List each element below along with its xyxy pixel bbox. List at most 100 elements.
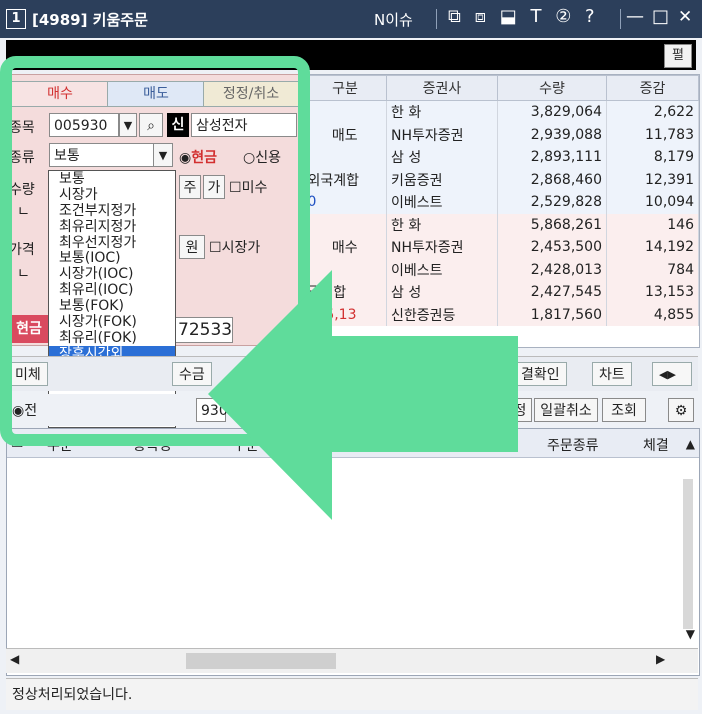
- col-header-qty: 수량: [497, 75, 607, 101]
- dropdown-option[interactable]: 조건부지정가: [49, 203, 175, 219]
- dropdown-option[interactable]: 최유리(FOK): [49, 330, 175, 346]
- market-price-checkbox[interactable]: ☐시장가: [209, 237, 260, 257]
- tab-modify-cancel[interactable]: 정정/취소: [203, 81, 299, 107]
- table-row[interactable]: 외국계합 키움증권 2,868,460 12,391: [303, 168, 699, 191]
- col-header-broker: 증권사: [386, 75, 498, 101]
- title-separator: [620, 9, 621, 29]
- ticker-bar: 펼: [6, 40, 696, 70]
- grid-col-order: 주문: [47, 438, 73, 454]
- price-sub-marker: ㄴ: [17, 266, 30, 282]
- credit-badge: 신: [167, 113, 189, 137]
- unfilled-label: 미수: [241, 180, 268, 196]
- scroll-up-icon[interactable]: ▲: [686, 437, 695, 451]
- col-header-diff: 증감: [606, 75, 699, 101]
- broker-qty: 2,868,460: [497, 168, 607, 191]
- broker-diff: 8,179: [606, 146, 699, 169]
- stock-code-input[interactable]: 005930: [49, 113, 119, 137]
- broker-diff: 12,391: [606, 168, 699, 191]
- fold-button[interactable]: 펼: [664, 44, 692, 68]
- qty-label: 수량: [9, 182, 35, 198]
- query-button[interactable]: 조회: [602, 398, 646, 422]
- order-window: 1 [4989] 키움주문 N이슈 ⧉ ⧈ ⬓ T ② ? — □ ✕ 펼 매수…: [0, 0, 702, 714]
- tab-deposit[interactable]: 수금: [172, 362, 212, 386]
- dropdown-option[interactable]: 보통(FOK): [49, 298, 175, 314]
- dropdown-option[interactable]: 최유리지정가: [49, 219, 175, 235]
- foreign-sum-label: 외국계합: [303, 168, 387, 191]
- broker-diff: 13,153: [606, 281, 699, 304]
- tab-buy[interactable]: 매수: [11, 81, 109, 107]
- foreign-sum-value: 0: [303, 191, 387, 214]
- cash-order-button[interactable]: 현금: [7, 315, 51, 343]
- broker-diff: 2,622: [606, 100, 699, 124]
- cash-radio-label: 현금: [191, 150, 217, 166]
- tab-confirm[interactable]: 결확인: [514, 362, 567, 386]
- cash-radio[interactable]: ◉현금: [179, 147, 217, 167]
- cancel-all-button[interactable]: 일괄취소: [534, 398, 598, 422]
- broker-name: 삼 성: [386, 146, 498, 169]
- table-row[interactable]: 0 이베스트 2,529,828 10,094: [303, 191, 699, 214]
- search-icon[interactable]: ⌕: [139, 113, 163, 137]
- unfilled-checkbox[interactable]: ☐미수: [229, 177, 267, 197]
- dropdown-option[interactable]: 최우선지정가: [49, 235, 175, 251]
- dropdown-option[interactable]: 시장가(IOC): [49, 266, 175, 282]
- credit-radio[interactable]: ○신용: [243, 147, 281, 167]
- broker-diff: 784: [606, 258, 699, 281]
- broker-qty: 2,939,088: [497, 123, 607, 146]
- status-bar: 정상처리되었습니다.: [6, 678, 698, 710]
- table-row[interactable]: 매도 한 화 3,829,064 2,622: [303, 100, 699, 169]
- tab-sell[interactable]: 매도: [107, 81, 205, 107]
- title-bar: 1 [4989] 키움주문 N이슈 ⧉ ⧈ ⬓ T ② ? — □ ✕: [0, 0, 702, 38]
- grid-col-order-kind: 주문종류: [547, 438, 599, 454]
- news-button[interactable]: N이슈: [374, 9, 413, 30]
- broker-qty: 2,893,111: [497, 146, 607, 169]
- sell-label: 매도: [303, 100, 387, 169]
- broker-qty: 2,529,828: [497, 191, 607, 214]
- dropdown-option[interactable]: 시장가: [49, 187, 175, 203]
- left-arrow-icon: [208, 270, 518, 520]
- col-header-type: 구분: [303, 75, 387, 101]
- price-unit-label: 원: [179, 235, 205, 259]
- minimize-icon[interactable]: —: [626, 6, 644, 27]
- table-row[interactable]: 매수 한 화 5,868,261 146: [303, 213, 699, 281]
- chevron-down-icon[interactable]: ▼: [119, 113, 137, 137]
- broker-diff: 4,855: [606, 303, 699, 326]
- stock-label: 종목: [9, 120, 35, 136]
- horizontal-scrollbar[interactable]: ◀ ▶: [6, 648, 698, 673]
- broker-diff: 11,783: [606, 123, 699, 146]
- broker-qty: 2,453,500: [497, 236, 607, 259]
- broker-name: 한 화: [386, 100, 498, 124]
- vertical-scrollbar[interactable]: [683, 479, 693, 629]
- stock-name-field: 삼성전자: [191, 113, 297, 137]
- qty-price-button[interactable]: 가: [203, 175, 225, 199]
- broker-name: NH투자증권: [386, 236, 498, 259]
- toolbar-icons[interactable]: ⧉ ⧈ ⬓ T ② ?: [448, 6, 599, 27]
- grid-col-name: 종목명: [133, 438, 172, 454]
- tab-chart[interactable]: 차트: [592, 362, 632, 386]
- tab-scroll-arrows[interactable]: ◀▶: [652, 362, 692, 386]
- scroll-down-icon[interactable]: ▼: [686, 627, 695, 641]
- broker-name: 키움증권: [386, 168, 498, 191]
- scroll-right-icon[interactable]: ▶: [656, 652, 665, 666]
- gear-icon[interactable]: ⚙: [668, 398, 694, 422]
- price-label: 가격: [9, 242, 35, 258]
- window-number[interactable]: 1: [6, 9, 26, 29]
- chevron-down-icon[interactable]: ▼: [153, 143, 173, 167]
- dropdown-option[interactable]: 보통: [49, 171, 175, 187]
- dropdown-option[interactable]: 보통(IOC): [49, 250, 175, 267]
- all-radio-label: 전: [24, 403, 38, 419]
- scroll-left-icon[interactable]: ◀: [10, 652, 19, 666]
- dropdown-option[interactable]: 시장가(FOK): [49, 314, 175, 330]
- close-icon[interactable]: ✕: [678, 7, 692, 27]
- qty-unit-button[interactable]: 주: [179, 175, 201, 199]
- tab-unfilled[interactable]: 미체: [8, 362, 48, 386]
- broker-diff: 10,094: [606, 191, 699, 214]
- scroll-thumb[interactable]: [186, 653, 336, 669]
- maximize-icon[interactable]: □: [652, 6, 669, 27]
- dropdown-option[interactable]: 최유리(IOC): [49, 282, 175, 298]
- broker-name: NH투자증권: [386, 123, 498, 146]
- all-radio[interactable]: ◉전: [12, 400, 37, 420]
- broker-diff: 14,192: [606, 236, 699, 259]
- broker-name: 이베스트: [386, 191, 498, 214]
- select-all-checkbox[interactable]: ☐: [11, 435, 24, 451]
- title-separator: [436, 9, 437, 29]
